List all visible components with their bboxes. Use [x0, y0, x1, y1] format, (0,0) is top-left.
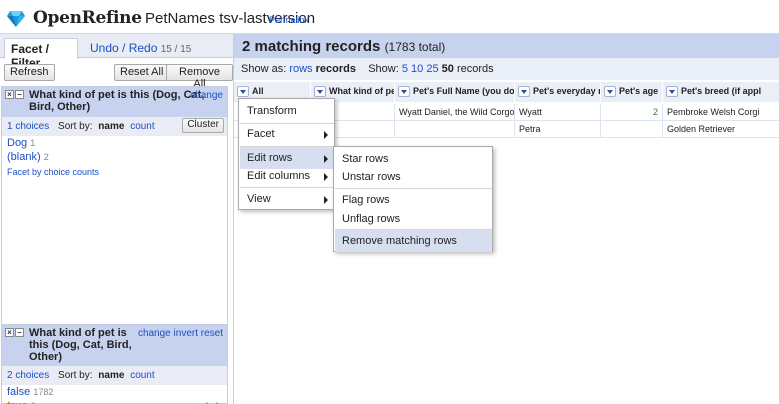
app-logo-text[interactable]: OpenRefine [33, 8, 142, 28]
facet-controls: 1 choices Sort by: name count Cluster [2, 117, 227, 136]
show-as-rows[interactable]: rows [289, 63, 312, 75]
menu-item-edit-columns[interactable]: Edit columns [240, 165, 334, 187]
page-size-10[interactable]: 10 [411, 63, 423, 75]
facet-pet-kind-2: × – What kind of pet is this (Dog, Cat, B… [1, 324, 228, 404]
summary-bar: 2 matching records (1783 total) [234, 34, 779, 58]
all-column-menu: Transform Facet Edit rows Edit columns V… [238, 98, 335, 210]
sort-by-name[interactable]: name [98, 121, 124, 132]
menu-item-unflag-rows[interactable]: Unflag rows [335, 208, 492, 230]
facet-choice-blank[interactable]: (blank) 2 [2, 150, 227, 164]
reset-all-button[interactable]: Reset All [114, 64, 170, 81]
refresh-button[interactable]: Refresh [4, 64, 55, 81]
column-menu-icon[interactable] [604, 86, 616, 97]
column-header-age[interactable]: Pet's age [601, 82, 663, 102]
column-menu-icon[interactable] [518, 86, 530, 97]
close-icon[interactable]: × [5, 328, 14, 337]
page-size-5[interactable]: 5 [402, 63, 408, 75]
sort-by-label: Sort by: [58, 121, 93, 132]
facet-choice-label[interactable]: Dog [7, 137, 27, 149]
facet-reset-link[interactable]: reset [201, 328, 223, 339]
sort-by-name[interactable]: name [98, 370, 124, 381]
column-header-full-name[interactable]: Pet's Full Name (you don't [395, 82, 515, 102]
show-label: Show: [368, 63, 399, 75]
left-tabs: Facet / Filter Undo / Redo 15 / 15 [0, 34, 233, 70]
table-cell[interactable] [601, 121, 663, 138]
facet-actions: change invert reset [138, 328, 223, 340]
submenu-arrow-icon [324, 131, 328, 139]
edit-rows-submenu: Star rows Unstar rows Flag rows Unflag r… [333, 146, 493, 252]
column-menu-icon[interactable] [237, 86, 249, 97]
table-cell[interactable]: Wyatt [515, 104, 601, 121]
app-header: OpenRefine PetNames tsv-lastversion Perm… [0, 0, 779, 34]
facet-change-link[interactable]: change [190, 90, 223, 102]
show-as-label: Show as: [241, 63, 287, 75]
table-cell[interactable]: Petra [515, 121, 601, 138]
facet-by-choice-counts-link[interactable]: Facet by choice counts [2, 164, 227, 180]
menu-item-facet[interactable]: Facet [240, 123, 334, 145]
facet-invert-link[interactable]: invert [174, 328, 198, 339]
table-cell[interactable] [395, 121, 515, 138]
facet-choices-count[interactable]: 2 choices [7, 370, 49, 381]
matching-records-count: 2 matching records (1783 total) [242, 38, 445, 55]
facet-choices-count[interactable]: 1 choices [7, 121, 49, 132]
view-options-bar: Show as: rows records Show: 5 10 25 50 r… [234, 58, 779, 80]
table-cell[interactable]: 2 [601, 104, 663, 121]
submenu-arrow-icon [324, 196, 328, 204]
facet-header: × – What kind of pet is this (Dog, Cat, B… [2, 87, 227, 117]
facet-choice-count: 1 [30, 138, 36, 148]
undo-count: 15 / 15 [160, 44, 192, 55]
page-size-50[interactable]: 50 [442, 63, 454, 75]
facet-choice-count: 2 [43, 152, 49, 162]
facet-pet-kind: × – What kind of pet is this (Dog, Cat, B… [1, 86, 228, 352]
table-cell[interactable]: Golden Retriever [663, 121, 779, 138]
facet-choice-label[interactable]: (blank) [7, 151, 41, 163]
records-suffix: records [456, 63, 494, 75]
minimize-icon[interactable]: – [15, 328, 24, 337]
column-menu-icon[interactable] [398, 86, 410, 97]
tab-undo-redo-label: Undo / Redo [90, 41, 158, 55]
menu-item-transform[interactable]: Transform [240, 100, 334, 122]
show-as-records[interactable]: records [316, 63, 356, 75]
menu-item-view[interactable]: View [240, 188, 334, 210]
remove-all-button[interactable]: Remove All [166, 64, 233, 90]
tab-facet-filter[interactable]: Facet / Filter [4, 38, 78, 70]
table-cell[interactable]: Wyatt Daniel, the Wild Corgo [395, 104, 515, 121]
menu-item-unstar-rows[interactable]: Unstar rows [335, 166, 492, 188]
column-header-everyday-name[interactable]: Pet's everyday n [515, 82, 601, 102]
openrefine-logo-icon [7, 11, 25, 27]
sort-by-label: Sort by: [58, 370, 93, 381]
tab-undo-redo[interactable]: Undo / Redo 15 / 15 [84, 38, 197, 58]
column-menu-icon[interactable] [314, 86, 326, 97]
sort-by-count[interactable]: count [130, 370, 154, 381]
facet-change-link[interactable]: change [138, 328, 171, 339]
minimize-icon[interactable]: – [15, 90, 24, 99]
column-header-breed[interactable]: Pet's breed (if appl [663, 82, 779, 102]
facet-choice-dog[interactable]: Dog 1 [2, 136, 227, 150]
column-menu-icon[interactable] [666, 86, 678, 97]
facet-header: × – What kind of pet is this (Dog, Cat, B… [2, 325, 227, 366]
table-cell[interactable]: Pembroke Welsh Corgi [663, 104, 779, 121]
total-count: (1783 total) [384, 40, 446, 54]
facet-choice-label[interactable]: true [7, 400, 28, 404]
facet-title: What kind of pet is this (Dog, Cat, Bird… [29, 327, 132, 363]
submenu-arrow-icon [324, 155, 328, 163]
close-icon[interactable]: × [5, 90, 14, 99]
data-panel: 2 matching records (1783 total) Show as:… [233, 34, 779, 404]
page-size-25[interactable]: 25 [426, 63, 438, 75]
matching-count: 2 matching records [242, 38, 381, 55]
cluster-button[interactable]: Cluster [182, 118, 224, 133]
left-panel: Facet / Filter Undo / Redo 15 / 15 Refre… [0, 34, 233, 404]
facet-choice-label[interactable]: false [7, 386, 30, 398]
facet-choice-count: 1782 [33, 387, 54, 397]
facet-title: What kind of pet is this (Dog, Cat, Bird… [29, 89, 205, 113]
submenu-arrow-icon [324, 173, 328, 181]
facet-controls: 2 choices Sort by: name count [2, 366, 227, 385]
menu-item-remove-matching-rows[interactable]: Remove matching rows [335, 230, 492, 252]
sort-by-count[interactable]: count [130, 121, 154, 132]
facet-choice-false[interactable]: false 1782 [2, 385, 227, 399]
facet-choice-true[interactable]: true 2 exclude [2, 399, 227, 404]
permalink-link[interactable]: Permalink [269, 15, 309, 25]
